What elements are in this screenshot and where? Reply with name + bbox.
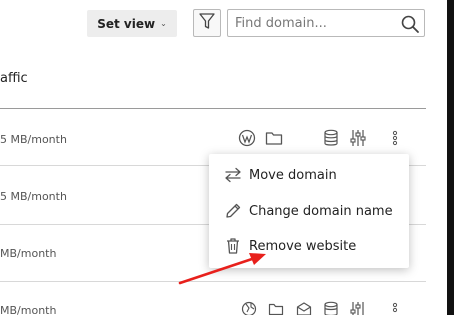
filter-icon [199,12,215,34]
domain-context-menu: Move domain Change domain name Remove we… [209,154,409,268]
menu-item-label: Change domain name [249,203,393,219]
traffic-cell: MB/month [0,247,57,260]
mail-icon[interactable] [295,300,313,315]
search-input[interactable] [228,15,393,31]
folder-icon[interactable] [267,300,285,315]
traffic-cell: 5 MB/month [0,190,67,203]
window-edge [447,0,454,315]
sliders-icon[interactable] [349,300,367,315]
menu-item-change-domain-name[interactable]: Change domain name [209,197,409,225]
menu-item-label: Move domain [249,167,337,183]
header-divider [0,108,426,109]
database-icon[interactable] [322,300,340,315]
swap-arrows-icon [221,165,245,185]
filter-button[interactable] [193,9,221,37]
chevron-down-icon: ⌄ [160,19,167,28]
pencil-icon [221,201,245,221]
row-divider [0,281,426,282]
more-options-icon[interactable] [386,129,404,147]
wordpress-icon[interactable] [238,129,256,147]
sliders-icon[interactable] [349,129,367,147]
menu-item-move-domain[interactable]: Move domain [209,161,409,189]
traffic-cell: MB/month [0,304,57,315]
globe-icon[interactable] [240,300,258,315]
folder-icon[interactable] [265,129,283,147]
set-view-button[interactable]: Set view ⌄ [87,10,177,37]
search-box [227,9,425,37]
traffic-cell: 5 MB/month [0,133,67,146]
search-icon[interactable] [400,14,420,34]
menu-item-remove-website[interactable]: Remove website [209,232,409,260]
more-options-icon[interactable] [386,300,404,315]
database-icon[interactable] [322,129,340,147]
set-view-label: Set view [97,16,156,31]
menu-item-label: Remove website [249,238,357,254]
traffic-column-header: affic [0,71,28,86]
trash-icon [221,236,245,256]
